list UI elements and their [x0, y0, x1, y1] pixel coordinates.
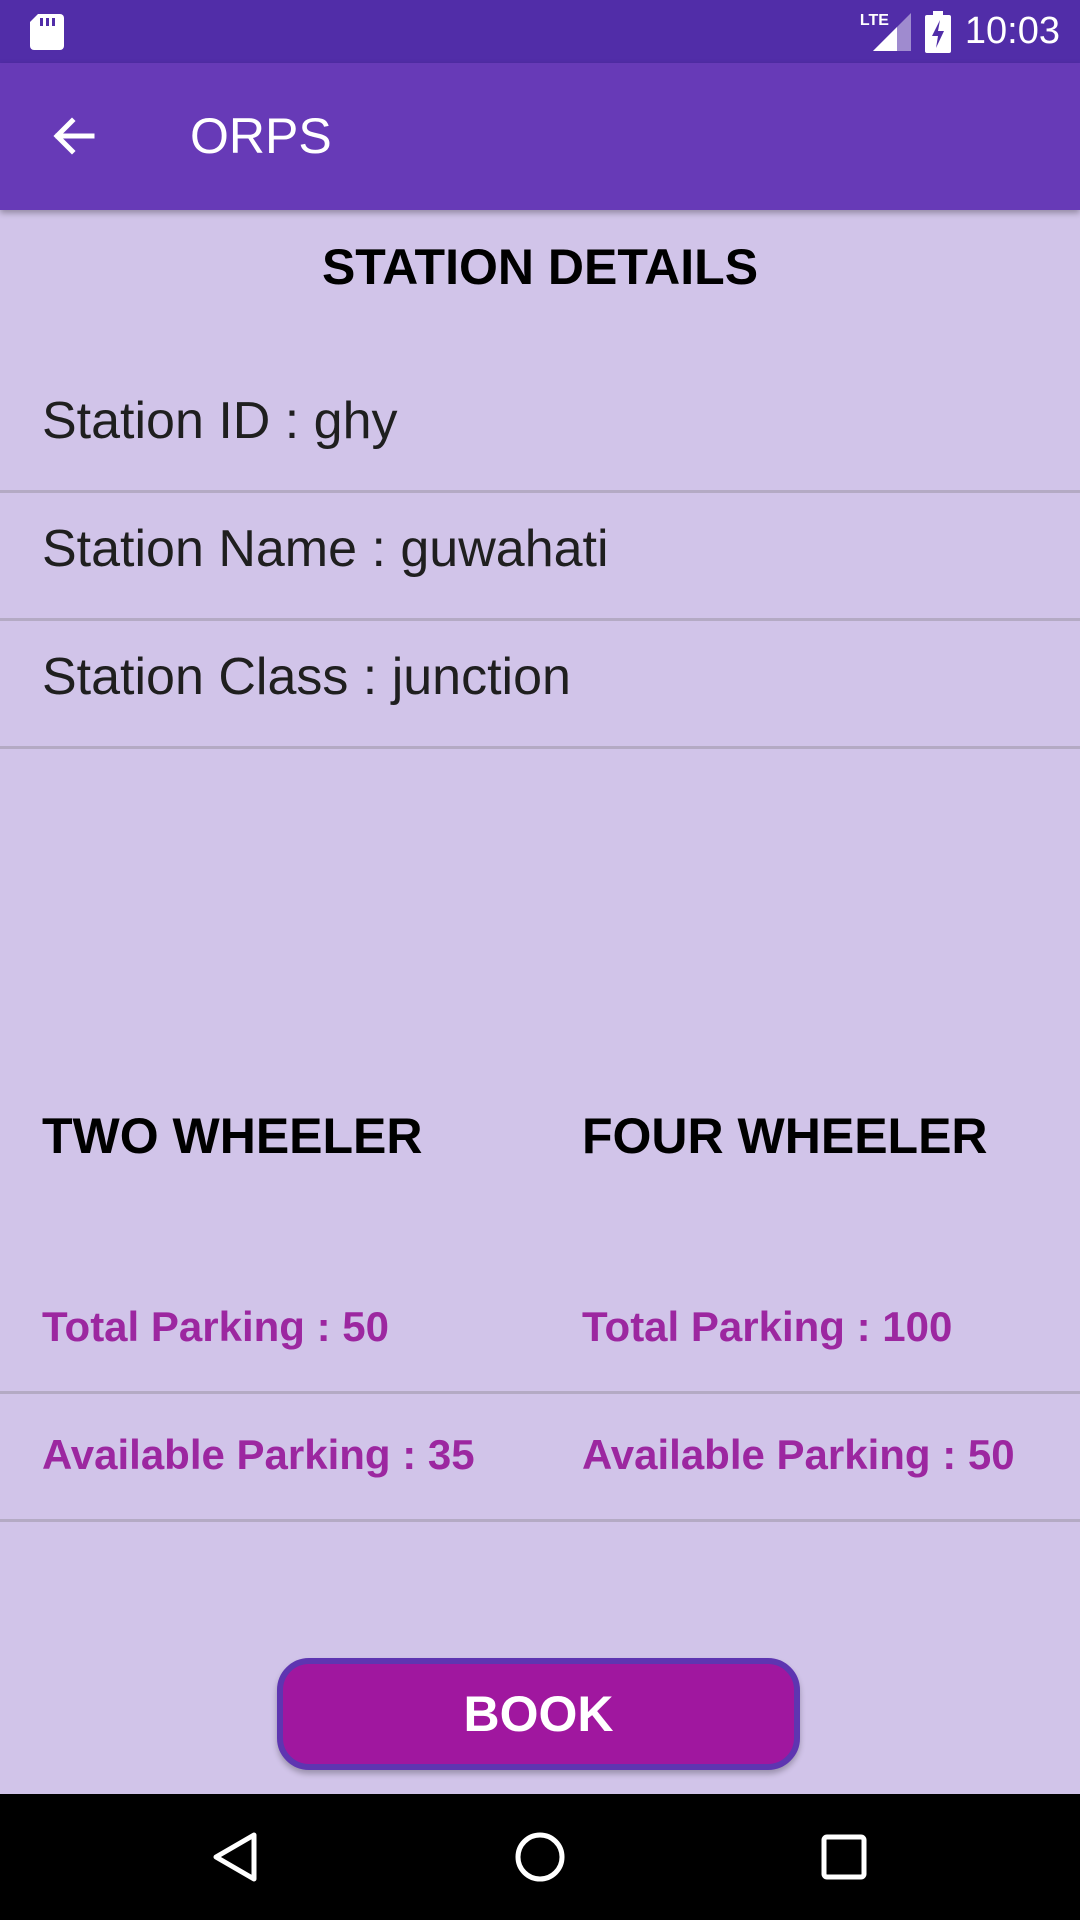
station-details-heading: STATION DETAILS — [321, 239, 759, 295]
two-wheeler-total-parking: Total Parking : 50 — [42, 1303, 389, 1350]
four-wheeler-total-parking: Total Parking : 100 — [582, 1303, 953, 1350]
navigation-bar — [0, 1794, 1080, 1920]
total-parking-row: Total Parking : 50 Total Parking : 100 — [0, 1266, 1080, 1394]
back-triangle-icon[interactable] — [206, 1827, 266, 1887]
two-wheeler-heading: TWO WHEELER — [42, 1108, 423, 1164]
clock: 10:03 — [964, 10, 1060, 52]
station-name-row: Station Name : guwahati — [0, 493, 1080, 621]
status-bar: LTE 10:03 — [0, 0, 1080, 63]
station-id-row: Station ID : ghy — [0, 365, 1080, 493]
sd-card-icon — [30, 14, 64, 50]
four-wheeler-available-parking: Available Parking : 50 — [582, 1431, 1015, 1478]
app-bar: ORPS — [0, 63, 1080, 210]
station-class-text: Station Class : junction — [42, 648, 571, 706]
back-arrow-icon[interactable] — [48, 111, 98, 161]
app-title: ORPS — [190, 108, 332, 164]
book-button[interactable]: BOOK — [277, 1658, 800, 1770]
signal-icon — [872, 12, 911, 51]
station-class-row: Station Class : junction — [0, 621, 1080, 749]
station-name-text: Station Name : guwahati — [42, 520, 609, 578]
two-wheeler-available-parking: Available Parking : 35 — [42, 1431, 475, 1478]
home-circle-icon[interactable] — [510, 1827, 570, 1887]
recents-square-icon[interactable] — [814, 1827, 874, 1887]
four-wheeler-heading: FOUR WHEELER — [582, 1108, 988, 1164]
available-parking-row: Available Parking : 35 Available Parking… — [0, 1394, 1080, 1522]
battery-charging-icon — [924, 10, 951, 53]
station-id-text: Station ID : ghy — [42, 392, 398, 450]
